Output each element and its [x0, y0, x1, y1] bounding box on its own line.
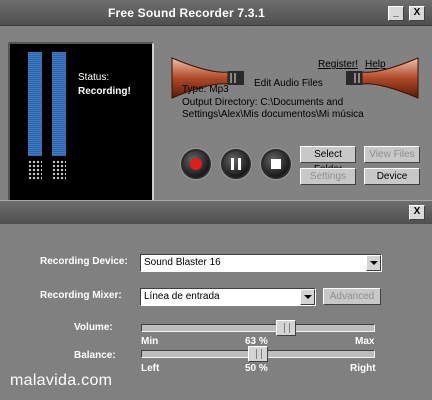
close-button[interactable]: X: [409, 6, 425, 21]
edit-audio-files-label[interactable]: Edit Audio Files: [254, 78, 323, 89]
volume-max-label: Max: [355, 336, 375, 347]
stop-icon: [271, 159, 281, 169]
balance-value: 50 %: [245, 363, 268, 374]
device-button[interactable]: Device: [364, 168, 420, 185]
help-link[interactable]: Help: [365, 59, 386, 70]
recording-mixer-value: Línea de entrada: [144, 291, 220, 302]
recording-device-value: Sound Blaster 16: [144, 257, 221, 268]
title-bar: Free Sound Recorder 7.3.1 _ X: [0, 0, 432, 26]
record-button[interactable]: [181, 149, 211, 179]
output-directory-line2: Settings\Alex\Mis documentos\Mi música: [182, 109, 364, 120]
volume-label: Volume:: [74, 322, 113, 333]
volume-slider-thumb[interactable]: [276, 320, 296, 336]
chevron-down-icon[interactable]: [366, 255, 381, 271]
window-title: Free Sound Recorder 7.3.1: [108, 6, 266, 20]
minimize-button[interactable]: _: [388, 6, 404, 21]
balance-left-label: Left: [141, 363, 160, 374]
recording-device-label: Recording Device:: [40, 256, 128, 267]
mixer-title-bar: X: [0, 200, 432, 224]
right-meter-indicator: [52, 160, 66, 180]
balance-slider-thumb[interactable]: [248, 346, 268, 362]
left-level-meter: [28, 52, 42, 156]
status-display: Status: Recording!: [8, 42, 154, 212]
output-directory-line1: Output Directory: C:\Documents and: [182, 97, 344, 108]
recording-device-select[interactable]: Sound Blaster 16: [140, 254, 382, 272]
balance-right-label: Right: [350, 363, 376, 374]
select-folder-button[interactable]: Select Folder: [300, 146, 356, 175]
pause-icon: [231, 158, 241, 170]
chevron-down-icon[interactable]: [300, 289, 315, 305]
status-label: Status:: [78, 72, 110, 83]
settings-button[interactable]: Settings: [300, 168, 356, 185]
volume-slider[interactable]: [141, 320, 375, 336]
stop-button[interactable]: [261, 149, 291, 179]
advanced-button[interactable]: Advanced: [323, 288, 381, 305]
mixer-close-button[interactable]: X: [409, 205, 425, 220]
pause-button[interactable]: [221, 149, 251, 179]
status-value: Recording!: [78, 86, 131, 97]
recorder-panel: Status: Recording! Edit Audio Files Regi…: [0, 26, 432, 212]
volume-min-label: Min: [141, 336, 159, 347]
register-link[interactable]: Register!: [318, 59, 358, 70]
watermark: malavida.com: [10, 372, 113, 389]
recording-mixer-label: Recording Mixer:: [40, 290, 122, 301]
recording-mixer-select[interactable]: Línea de entrada: [140, 288, 316, 306]
balance-slider[interactable]: [141, 346, 375, 362]
type-info: Type: Mp3: [182, 84, 229, 95]
right-level-meter: [52, 52, 66, 156]
record-icon: [190, 158, 202, 170]
view-files-button[interactable]: View Files: [364, 146, 420, 163]
balance-label: Balance:: [74, 350, 116, 361]
left-meter-indicator: [28, 160, 42, 180]
